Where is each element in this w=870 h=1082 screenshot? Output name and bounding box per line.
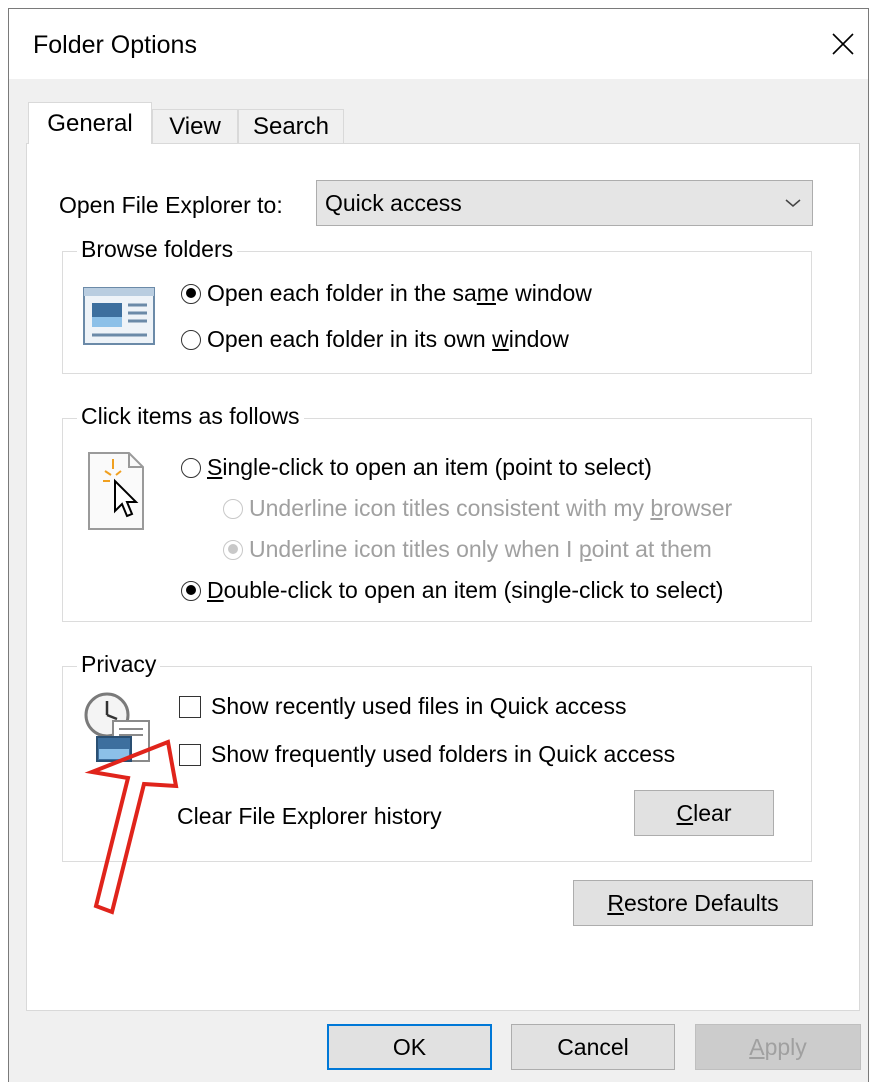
show-recent-files-checkbox[interactable]: Show recently used files in Quick access [179, 693, 626, 720]
show-recent-files-label: Show recently used files in Quick access [211, 693, 627, 719]
radio-indicator [181, 329, 201, 350]
close-icon [832, 33, 854, 55]
open-explorer-to-label: Open File Explorer to: [59, 192, 283, 218]
open-explorer-to-select[interactable]: Quick access [316, 180, 813, 226]
tab-general[interactable]: General [28, 102, 152, 144]
radio-indicator [223, 498, 243, 519]
ok-button[interactable]: OK [327, 1024, 492, 1070]
underline-consistent-label: Underline icon titles consistent with my… [249, 495, 733, 521]
privacy-group: Privacy Show recently used files in Quic… [62, 651, 812, 862]
tab-search[interactable]: Search [238, 109, 344, 143]
dialog-title: Folder Options [33, 31, 197, 59]
radio-indicator [181, 580, 201, 601]
show-frequent-folders-checkbox[interactable]: Show frequently used folders in Quick ac… [179, 741, 675, 768]
underline-on-point-label: Underline icon titles only when I point … [249, 536, 712, 562]
restore-defaults-button[interactable]: Restore Defaults [573, 880, 813, 926]
radio-indicator [181, 283, 201, 304]
click-items-title: Click items as follows [77, 403, 304, 430]
browse-folders-title: Browse folders [77, 236, 238, 263]
title-bar: Folder Options [9, 9, 868, 79]
clear-history-button[interactable]: Clear [634, 790, 774, 836]
open-same-window-radio[interactable]: Open each folder in the same window [181, 280, 592, 307]
click-items-group: Click items as follows Single-click to o… [62, 403, 812, 622]
checkbox-indicator [179, 743, 201, 766]
browse-folders-group: Browse folders Open each folder in the s… [62, 236, 812, 374]
radio-indicator [181, 457, 201, 478]
folder-options-dialog: Folder Options General View Search Open … [8, 8, 869, 1082]
apply-button: Apply [695, 1024, 861, 1070]
clear-history-label: Clear File Explorer history [177, 803, 442, 829]
cancel-button[interactable]: Cancel [511, 1024, 675, 1070]
pointer-document-icon [88, 452, 144, 530]
window-preview-icon [83, 287, 155, 345]
checkbox-indicator [179, 695, 201, 718]
single-click-label: Single-click to open an item (point to s… [207, 454, 652, 480]
general-tab-panel: Open File Explorer to: Quick access Brow… [26, 143, 860, 1011]
underline-consistent-radio: Underline icon titles consistent with my… [223, 495, 732, 522]
open-own-window-radio[interactable]: Open each folder in its own window [181, 326, 569, 353]
tab-view[interactable]: View [152, 109, 238, 143]
show-frequent-folders-label: Show frequently used folders in Quick ac… [211, 741, 676, 767]
close-button[interactable] [826, 27, 860, 61]
double-click-label: Double-click to open an item (single-cli… [207, 577, 724, 603]
underline-on-point-radio: Underline icon titles only when I point … [223, 536, 712, 563]
radio-indicator [223, 539, 243, 560]
open-explorer-to-value: Quick access [325, 190, 462, 216]
double-click-radio[interactable]: Double-click to open an item (single-cli… [181, 577, 723, 604]
privacy-title: Privacy [77, 651, 161, 678]
history-clock-icon [84, 692, 150, 762]
open-own-window-label: Open each folder in its own window [207, 326, 569, 352]
open-same-window-label: Open each folder in the same window [207, 280, 592, 306]
chevron-down-icon [785, 199, 801, 207]
single-click-radio[interactable]: Single-click to open an item (point to s… [181, 454, 652, 481]
